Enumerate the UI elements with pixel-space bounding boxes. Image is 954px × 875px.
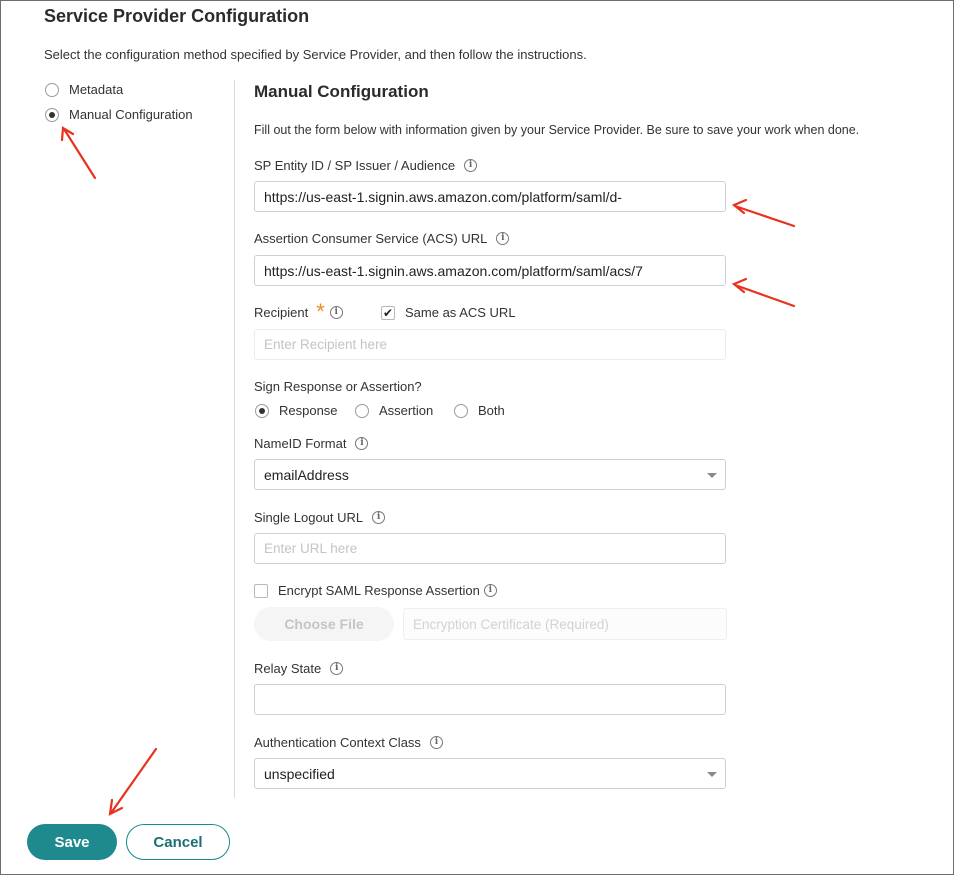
encrypt-label: Encrypt SAML Response Assertion — [278, 583, 480, 598]
encrypt-checkbox[interactable] — [254, 583, 268, 598]
entity-id-label: SP Entity ID / SP Issuer / Audience — [254, 158, 456, 173]
page-title: Service Provider Configuration — [44, 6, 310, 26]
auth-context-label-row: Authentication Context Class i — [254, 735, 443, 750]
info-icon[interactable]: i — [355, 437, 369, 450]
recipient-label-row: Recipient * i — [254, 298, 343, 324]
radio-sign-both[interactable]: Both — [454, 403, 505, 418]
radio-sign-assertion-circle[interactable] — [355, 403, 369, 418]
radio-manual-configuration[interactable]: Manual Configuration — [45, 107, 193, 122]
radio-manual-configuration-label: Manual Configuration — [69, 107, 193, 122]
nameid-value: emailAddress — [264, 466, 349, 483]
radio-metadata-label: Metadata — [69, 82, 124, 97]
vertical-divider — [234, 80, 235, 798]
info-icon[interactable]: i — [483, 584, 497, 597]
save-button[interactable]: Save — [27, 824, 117, 860]
info-icon[interactable]: i — [464, 159, 478, 172]
logout-label: Single Logout URL — [254, 510, 364, 525]
nameid-label: NameID Format — [254, 436, 347, 451]
entity-id-input[interactable]: https://us-east-1.signin.aws.amazon.com/… — [254, 181, 726, 212]
manual-config-description: Fill out the form below with information… — [254, 123, 860, 137]
info-icon[interactable]: i — [330, 662, 344, 675]
radio-sign-response[interactable]: Response — [255, 403, 338, 418]
sign-label: Sign Response or Assertion? — [254, 379, 422, 394]
encryption-certificate-field[interactable]: Encryption Certificate (Required) — [403, 608, 727, 640]
info-icon[interactable]: i — [496, 232, 510, 245]
radio-sign-assertion[interactable]: Assertion — [355, 403, 433, 418]
same-as-acs-checkbox[interactable]: ✔ — [381, 305, 395, 320]
auth-context-select[interactable]: unspecified — [254, 758, 726, 789]
auth-context-label: Authentication Context Class — [254, 735, 421, 750]
manual-config-title: Manual Configuration — [254, 82, 429, 101]
nameid-label-row: NameID Format i — [254, 436, 369, 451]
acs-url-input[interactable]: https://us-east-1.signin.aws.amazon.com/… — [254, 255, 726, 286]
radio-sign-assertion-label: Assertion — [379, 403, 434, 418]
same-as-acs-label: Same as ACS URL — [405, 305, 516, 320]
relay-label: Relay State — [254, 661, 322, 676]
required-asterisk: * — [316, 298, 325, 324]
radio-sign-both-circle[interactable] — [454, 403, 468, 418]
radio-metadata[interactable]: Metadata — [45, 82, 123, 97]
logout-url-input[interactable]: Enter URL here — [254, 533, 726, 564]
radio-sign-both-label: Both — [478, 403, 505, 418]
entity-id-label-row: SP Entity ID / SP Issuer / Audience i — [254, 158, 478, 173]
logout-label-row: Single Logout URL i — [254, 510, 386, 525]
auth-context-value: unspecified — [264, 765, 335, 782]
info-icon[interactable]: i — [429, 736, 443, 749]
recipient-input[interactable]: Enter Recipient here — [254, 329, 726, 360]
cancel-button[interactable]: Cancel — [126, 824, 230, 860]
page-subtitle: Select the configuration method specifie… — [44, 47, 587, 62]
relay-label-row: Relay State i — [254, 661, 344, 676]
relay-state-input[interactable] — [254, 684, 726, 715]
recipient-label: Recipient — [254, 305, 309, 320]
nameid-select[interactable]: emailAddress — [254, 459, 726, 490]
choose-file-button[interactable]: Choose File — [254, 607, 394, 641]
radio-metadata-circle[interactable] — [45, 82, 59, 97]
radio-sign-response-label: Response — [279, 403, 338, 418]
radio-sign-response-circle[interactable] — [255, 403, 269, 418]
info-icon[interactable]: i — [329, 306, 343, 319]
same-as-acs-checkbox-row[interactable]: ✔ Same as ACS URL — [381, 305, 516, 320]
acs-url-label-row: Assertion Consumer Service (ACS) URL i — [254, 231, 510, 246]
radio-manual-configuration-circle[interactable] — [45, 107, 59, 122]
info-icon[interactable]: i — [372, 511, 386, 524]
encrypt-checkbox-row[interactable]: Encrypt SAML Response Assertion i — [254, 583, 497, 598]
acs-url-label: Assertion Consumer Service (ACS) URL — [254, 231, 488, 246]
